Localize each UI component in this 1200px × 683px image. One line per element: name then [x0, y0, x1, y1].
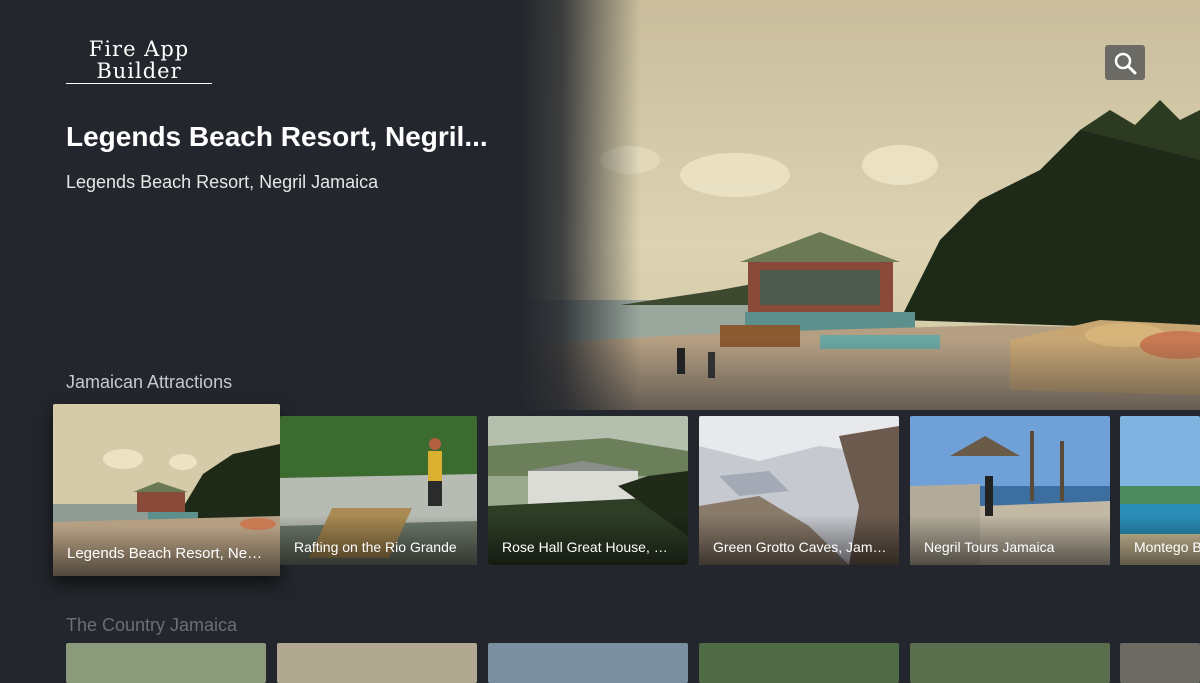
card-caption: Rose Hall Great House, Montego Bay: [502, 539, 678, 555]
card-rose-hall-great-house[interactable]: Rose Hall Great House, Montego Bay: [488, 416, 688, 565]
card-rafting-rio-grande[interactable]: Rafting on the Rio Grande: [280, 416, 477, 565]
search-button[interactable]: [1105, 45, 1145, 80]
logo-line-2: Builder: [96, 59, 182, 83]
row2-card-3[interactable]: [488, 643, 688, 683]
search-icon: [1114, 52, 1137, 74]
featured-description: Legends Beach Resort, Negril Jamaica: [66, 172, 379, 192]
row2-card-2[interactable]: [277, 643, 477, 683]
card-montego-bay[interactable]: Montego Bay: [1120, 416, 1200, 565]
featured-hero-image: [520, 0, 1200, 410]
card-caption: Green Grotto Caves, Jamaica: [713, 539, 889, 555]
row2-card-5[interactable]: [910, 643, 1110, 683]
row2-card-6[interactable]: [1120, 643, 1200, 683]
card-caption: Montego Bay: [1134, 539, 1200, 555]
row2-card-4[interactable]: [699, 643, 899, 683]
row-title-the-country-jamaica: The Country Jamaica: [66, 615, 238, 635]
row-title-jamaican-attractions: Jamaican Attractions: [66, 372, 233, 392]
card-caption: Rafting on the Rio Grande: [294, 539, 457, 555]
row2-card-1[interactable]: [66, 643, 266, 683]
card-caption: Legends Beach Resort, Negril Jamaica: [67, 545, 270, 562]
card-negril-tours-jamaica[interactable]: Negril Tours Jamaica: [910, 416, 1110, 565]
card-green-grotto-caves[interactable]: Green Grotto Caves, Jamaica: [699, 416, 899, 565]
app-logo: Fire App Builder: [66, 38, 212, 84]
card-caption: Negril Tours Jamaica: [924, 539, 1055, 555]
featured-title: Legends Beach Resort, Negril...: [66, 121, 488, 152]
logo-line-1: Fire App: [88, 37, 190, 61]
card-legends-beach-resort[interactable]: Legends Beach Resort, Negril Jamaica: [53, 404, 280, 576]
